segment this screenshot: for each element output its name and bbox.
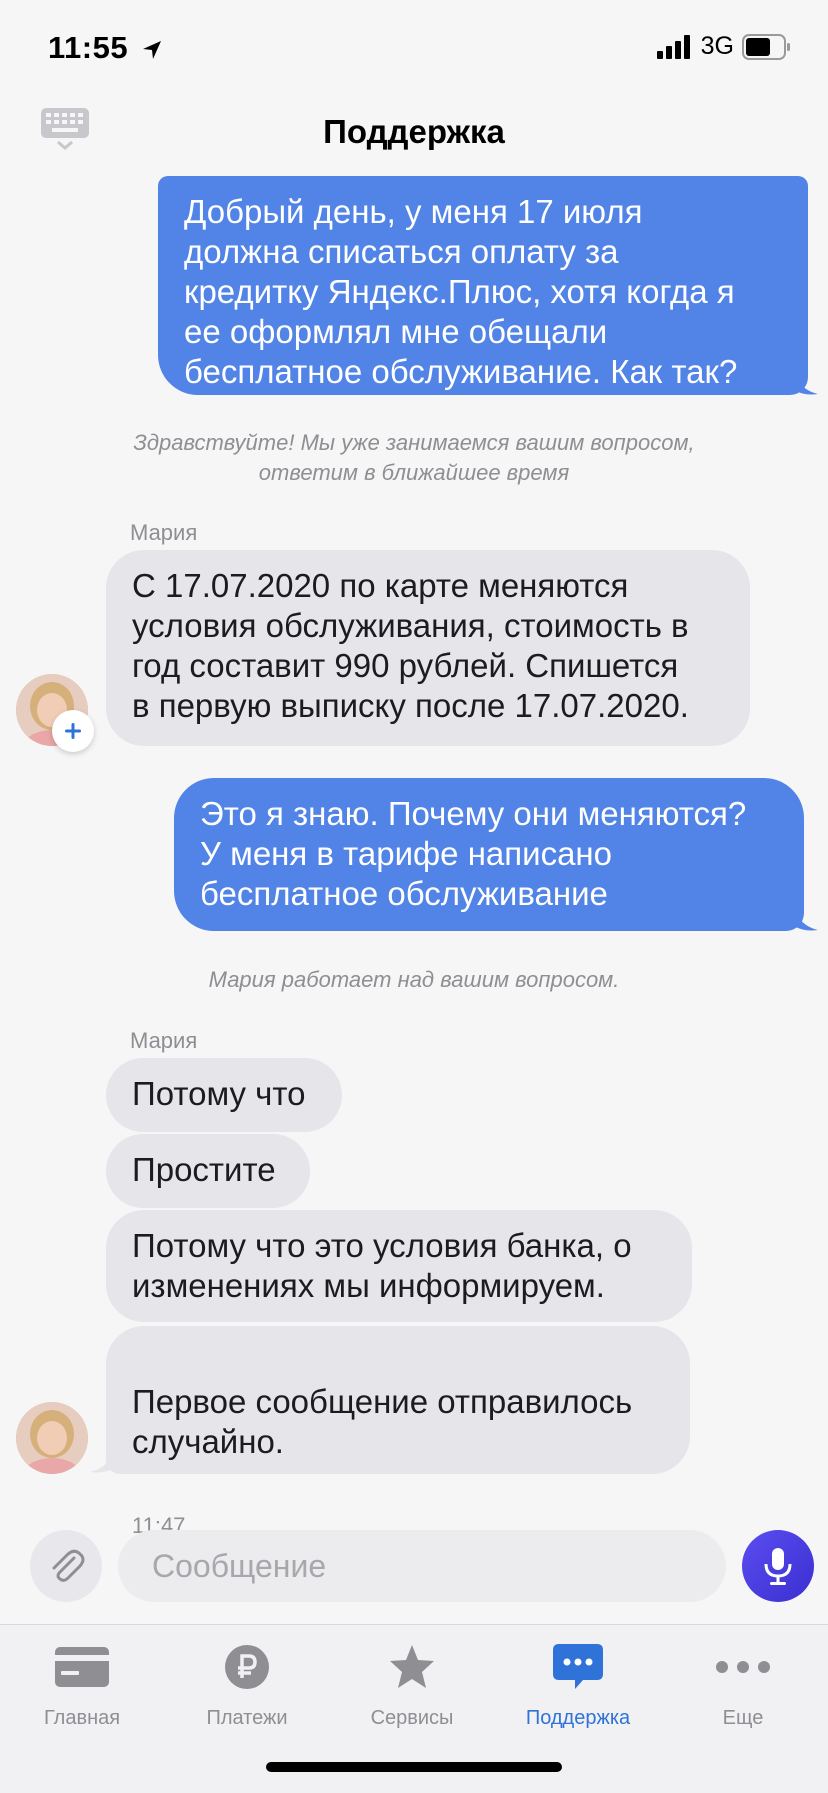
signal-icon — [656, 34, 690, 59]
chat-icon — [553, 1644, 603, 1689]
tab-label: Сервисы — [370, 1707, 454, 1729]
system-message: Мария работает над вашим вопросом. — [208, 967, 620, 992]
outgoing-message[interactable]: Это я знаю. Почему они меняются? У меня … — [174, 778, 804, 931]
tab-payments[interactable]: Платежи — [172, 1641, 322, 1741]
tab-support[interactable]: Поддержка — [503, 1641, 653, 1741]
incoming-message[interactable]: Первое сообщение отправилось случайно. 1… — [106, 1326, 690, 1538]
page-title: Поддержка — [323, 113, 505, 150]
message-text: Первое сообщение отправилось случайно. — [132, 1383, 633, 1460]
clock-label: 11:55 — [48, 30, 129, 65]
card-icon — [55, 1647, 109, 1687]
tab-label: Платежи — [206, 1707, 288, 1729]
incoming-message[interactable]: С 17.07.2020 по карте меняются условия о… — [106, 550, 750, 746]
microphone-button[interactable] — [742, 1530, 814, 1602]
tab-label: Еще — [722, 1707, 764, 1729]
agent-avatar[interactable] — [16, 1402, 88, 1474]
attach-button[interactable] — [30, 1530, 102, 1602]
incoming-message[interactable]: Потому что это условия банка, о изменени… — [106, 1210, 692, 1322]
battery-icon — [742, 33, 790, 60]
bubble-tail — [794, 372, 818, 395]
bubble-tail — [794, 908, 818, 931]
tab-services[interactable]: Сервисы — [337, 1641, 487, 1741]
location-arrow-icon — [143, 40, 162, 59]
network-type: 3G — [700, 32, 734, 60]
tab-label: Главная — [43, 1707, 121, 1729]
tab-label: Поддержка — [525, 1707, 631, 1729]
add-contact-button[interactable] — [52, 710, 94, 752]
system-message: Здравствуйте! Мы уже занимаемся вашим во… — [133, 430, 695, 485]
plus-icon — [65, 723, 81, 739]
ruble-icon — [225, 1645, 269, 1689]
incoming-message[interactable]: Простите — [106, 1134, 310, 1208]
status-indicators: 3G — [656, 32, 792, 61]
star-icon — [390, 1645, 434, 1688]
microphone-icon — [764, 1548, 792, 1585]
more-icon — [716, 1661, 770, 1673]
status-time: 11:55 — [48, 30, 163, 66]
tab-main[interactable]: Главная — [7, 1641, 157, 1741]
bubble-tail — [90, 1450, 114, 1473]
sender-name: Мария — [130, 520, 198, 545]
home-indicator[interactable] — [266, 1762, 562, 1772]
incoming-message[interactable]: Потому что — [106, 1058, 342, 1132]
outgoing-message[interactable]: Добрый день, у меня 17 июля должна списа… — [158, 176, 808, 395]
tab-more[interactable]: Еще — [668, 1641, 818, 1741]
message-input[interactable] — [118, 1530, 726, 1602]
sender-name: Мария — [130, 1028, 198, 1053]
paperclip-icon — [52, 1549, 85, 1582]
